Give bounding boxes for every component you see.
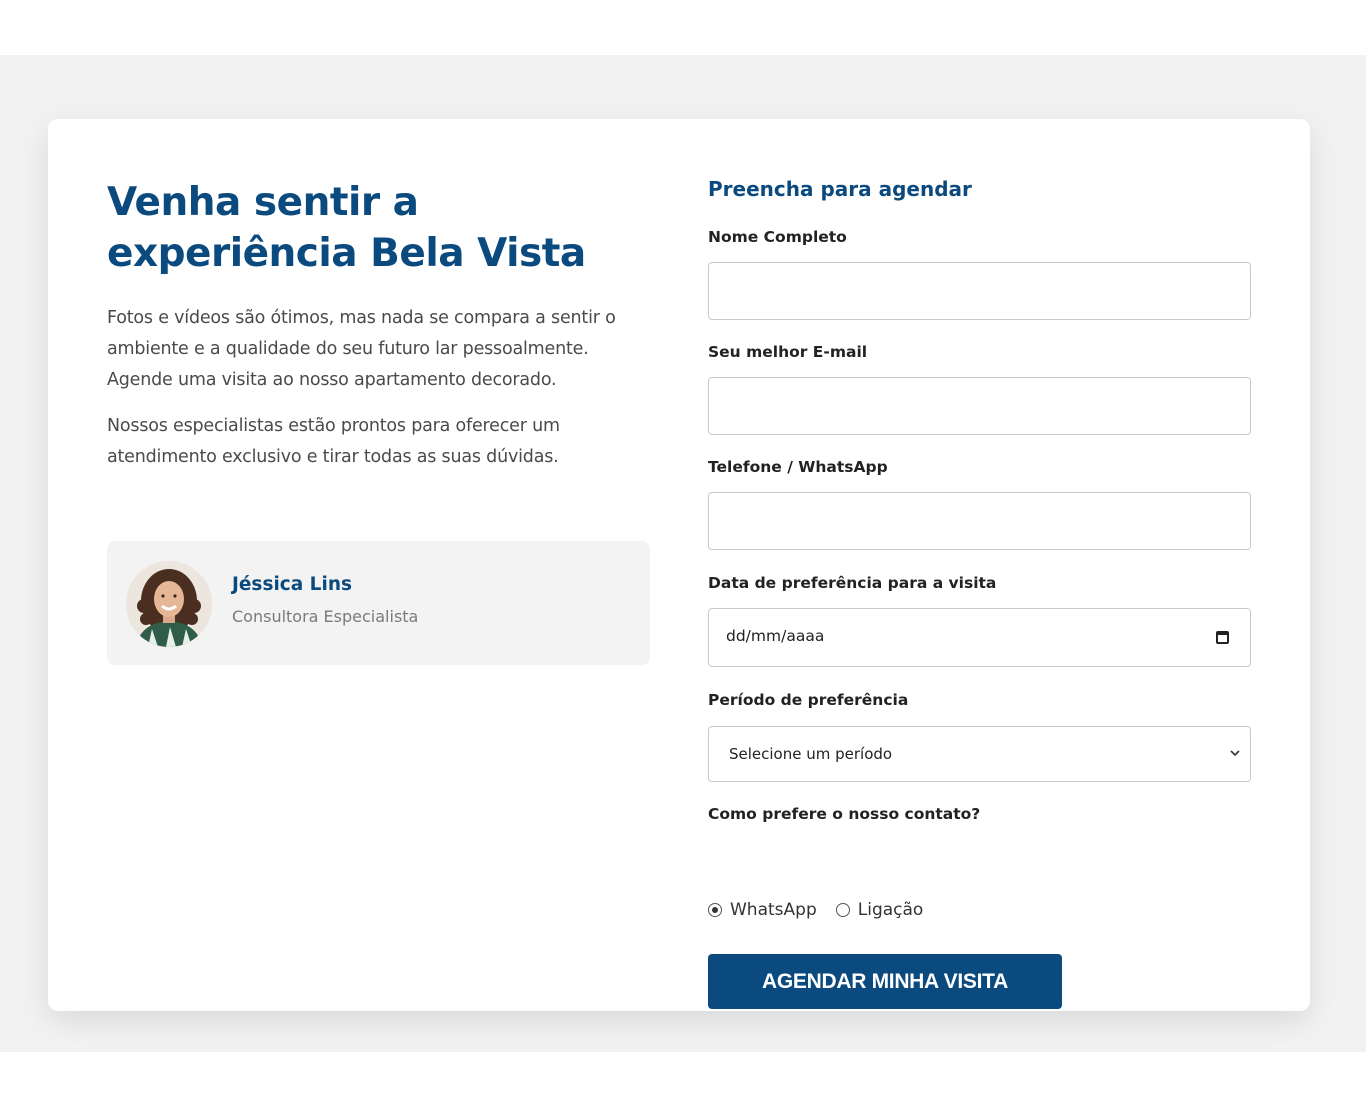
period-select[interactable]: Selecione um período [708,726,1251,782]
date-label: Data de preferência para a visita [708,574,997,592]
radio-whatsapp-label: WhatsApp [730,900,817,920]
date-field[interactable]: dd/mm/aaaa [708,608,1251,667]
intro-paragraph-1: Fotos e vídeos são ótimos, mas nada se c… [107,308,616,390]
radio-ligacao[interactable]: Ligação [835,900,924,920]
submit-button[interactable]: AGENDAR MINHA VISITA [708,954,1062,1009]
chevron-down-icon [1230,750,1240,757]
avatar [126,561,212,647]
consultant-card: Jéssica Lins Consultora Especialista [107,541,650,665]
form-title: Preencha para agendar [708,177,972,201]
phone-field[interactable] [709,493,1250,549]
name-label: Nome Completo [708,228,847,246]
name-field-wrapper [708,262,1251,320]
period-selected-value: Selecione um período [729,745,893,763]
scheduling-card: Venha sentir a experiência Bela Vista Fo… [48,119,1310,1011]
phone-field-wrapper [708,492,1251,550]
intro-paragraph-2: Nossos especialistas estão prontos para … [107,416,560,467]
intro-section: Venha sentir a experiência Bela Vista Fo… [107,177,650,473]
contact-label: Como prefere o nosso contato? [708,805,981,823]
radio-ligacao-label: Ligação [857,900,924,920]
period-label: Período de preferência [708,691,909,709]
date-placeholder: dd/mm/aaaa [726,627,825,645]
email-field-wrapper [708,377,1251,435]
radio-unchecked-icon[interactable] [835,903,850,917]
contact-radio-group: WhatsApp Ligação [708,900,942,920]
consultant-name: Jéssica Lins [232,574,352,595]
radio-whatsapp[interactable]: WhatsApp [708,900,817,920]
headline-line-1: Venha sentir a [107,180,419,225]
email-label: Seu melhor E-mail [708,343,868,361]
radio-checked-icon[interactable] [708,903,722,917]
name-field[interactable] [709,263,1250,319]
headline-line-2: experiência Bela Vista [107,231,586,276]
email-field[interactable] [709,378,1250,434]
calendar-icon[interactable] [1216,631,1229,644]
phone-label: Telefone / WhatsApp [708,458,888,476]
page-title: Venha sentir a experiência Bela Vista [107,177,650,279]
consultant-photo-icon [126,561,212,647]
consultant-role: Consultora Especialista [232,607,419,626]
